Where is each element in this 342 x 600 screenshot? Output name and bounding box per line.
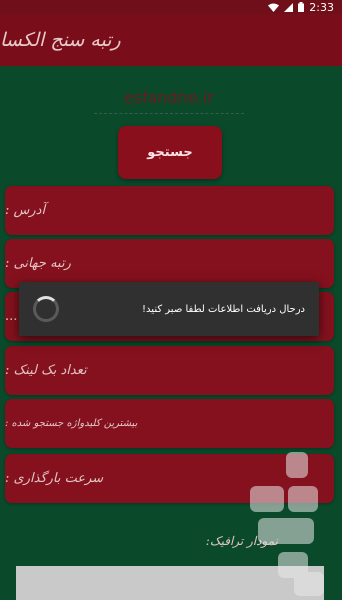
site-url-input[interactable] — [94, 82, 244, 114]
backlinks-card: تعداد بک لینک : — [5, 346, 334, 395]
loading-spinner-icon — [33, 296, 59, 322]
loading-dialog: درحال دریافت اطلاعات لطفا صبر کنید! — [19, 282, 319, 336]
search-button[interactable]: جستجو — [118, 126, 222, 179]
status-time: 2:33 — [309, 0, 334, 14]
wifi-icon — [268, 3, 280, 12]
app-bar: رتبه سنج الکسا — [0, 14, 342, 66]
global-rank-card: رتبه جهانی : — [5, 239, 334, 288]
backlinks-label: تعداد بک لینک : — [5, 363, 87, 378]
global-rank-label: رتبه جهانی : — [5, 256, 71, 271]
top-keyword-card: بیشترین کلیدواژه جستجو شده : — [5, 399, 334, 448]
logo-watermark-icon — [250, 452, 324, 596]
address-label: آدرس : — [5, 203, 46, 218]
loading-message: درحال دریافت اطلاعات لطفا صبر کنید! — [142, 303, 305, 315]
load-speed-label: سرعت بارگذاری : — [5, 471, 104, 486]
top-keyword-label: بیشترین کلیدواژه جستجو شده : — [5, 418, 138, 429]
status-bar: 2:33 — [0, 0, 342, 14]
battery-icon — [298, 2, 305, 12]
signal-icon — [284, 2, 294, 12]
app-title: رتبه سنج الکسا — [0, 29, 121, 51]
address-card: آدرس : — [5, 186, 334, 235]
